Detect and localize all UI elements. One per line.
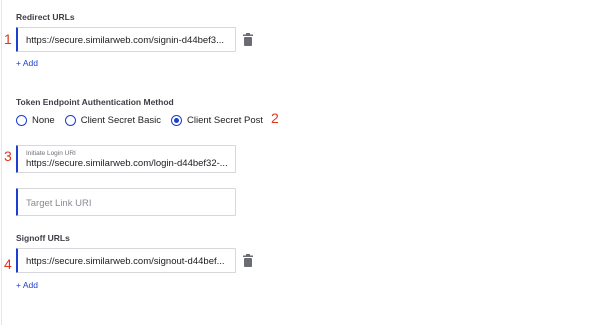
trash-icon[interactable]: [242, 33, 254, 47]
trash-icon[interactable]: [242, 254, 254, 268]
add-signoff-url-link[interactable]: + Add: [16, 280, 38, 290]
add-redirect-url-link[interactable]: + Add: [16, 58, 38, 68]
redirect-url-value: https://secure.similarweb.com/signin-d44…: [26, 35, 225, 46]
radio-client-secret-basic-label: Client Secret Basic: [80, 114, 161, 126]
signoff-url-field[interactable]: https://secure.similarweb.com/signout-d4…: [16, 248, 236, 273]
left-divider: [1, 0, 2, 325]
radio-client-secret-post-label: Client Secret Post: [186, 114, 264, 126]
radio-client-secret-post-circle[interactable]: [170, 114, 182, 126]
radio-none-circle[interactable]: [16, 114, 27, 126]
token-auth-label: Token Endpoint Authentication Method: [16, 97, 174, 107]
radio-client-secret-basic[interactable]: Client Secret Basic: [64, 114, 161, 126]
signoff-url-value: https://secure.similarweb.com/signout-d4…: [26, 256, 225, 267]
annotation-4: 4: [4, 256, 12, 272]
initiate-login-uri-field[interactable]: Initiate Login URI https://secure.simila…: [16, 145, 236, 173]
radio-none[interactable]: None: [16, 114, 55, 126]
radio-client-secret-post[interactable]: Client Secret Post: [170, 114, 264, 126]
annotation-1: 1: [4, 31, 12, 47]
annotation-3: 3: [4, 148, 12, 164]
token-auth-radio-group: None Client Secret Basic Client Secret P…: [16, 112, 273, 128]
initiate-login-uri-value: https://secure.similarweb.com/login-d44b…: [26, 158, 228, 169]
radio-client-secret-basic-circle[interactable]: [64, 114, 76, 126]
target-link-uri-placeholder: Target Link URI: [26, 198, 92, 209]
signoff-urls-label: Signoff URLs: [16, 233, 70, 243]
annotation-2: 2: [271, 110, 279, 126]
radio-none-label: None: [32, 114, 55, 126]
initiate-login-uri-label: Initiate Login URI: [26, 150, 76, 157]
redirect-url-field[interactable]: https://secure.similarweb.com/signin-d44…: [16, 27, 236, 52]
redirect-urls-label: Redirect URLs: [16, 12, 75, 22]
target-link-uri-field[interactable]: Target Link URI: [16, 188, 236, 216]
